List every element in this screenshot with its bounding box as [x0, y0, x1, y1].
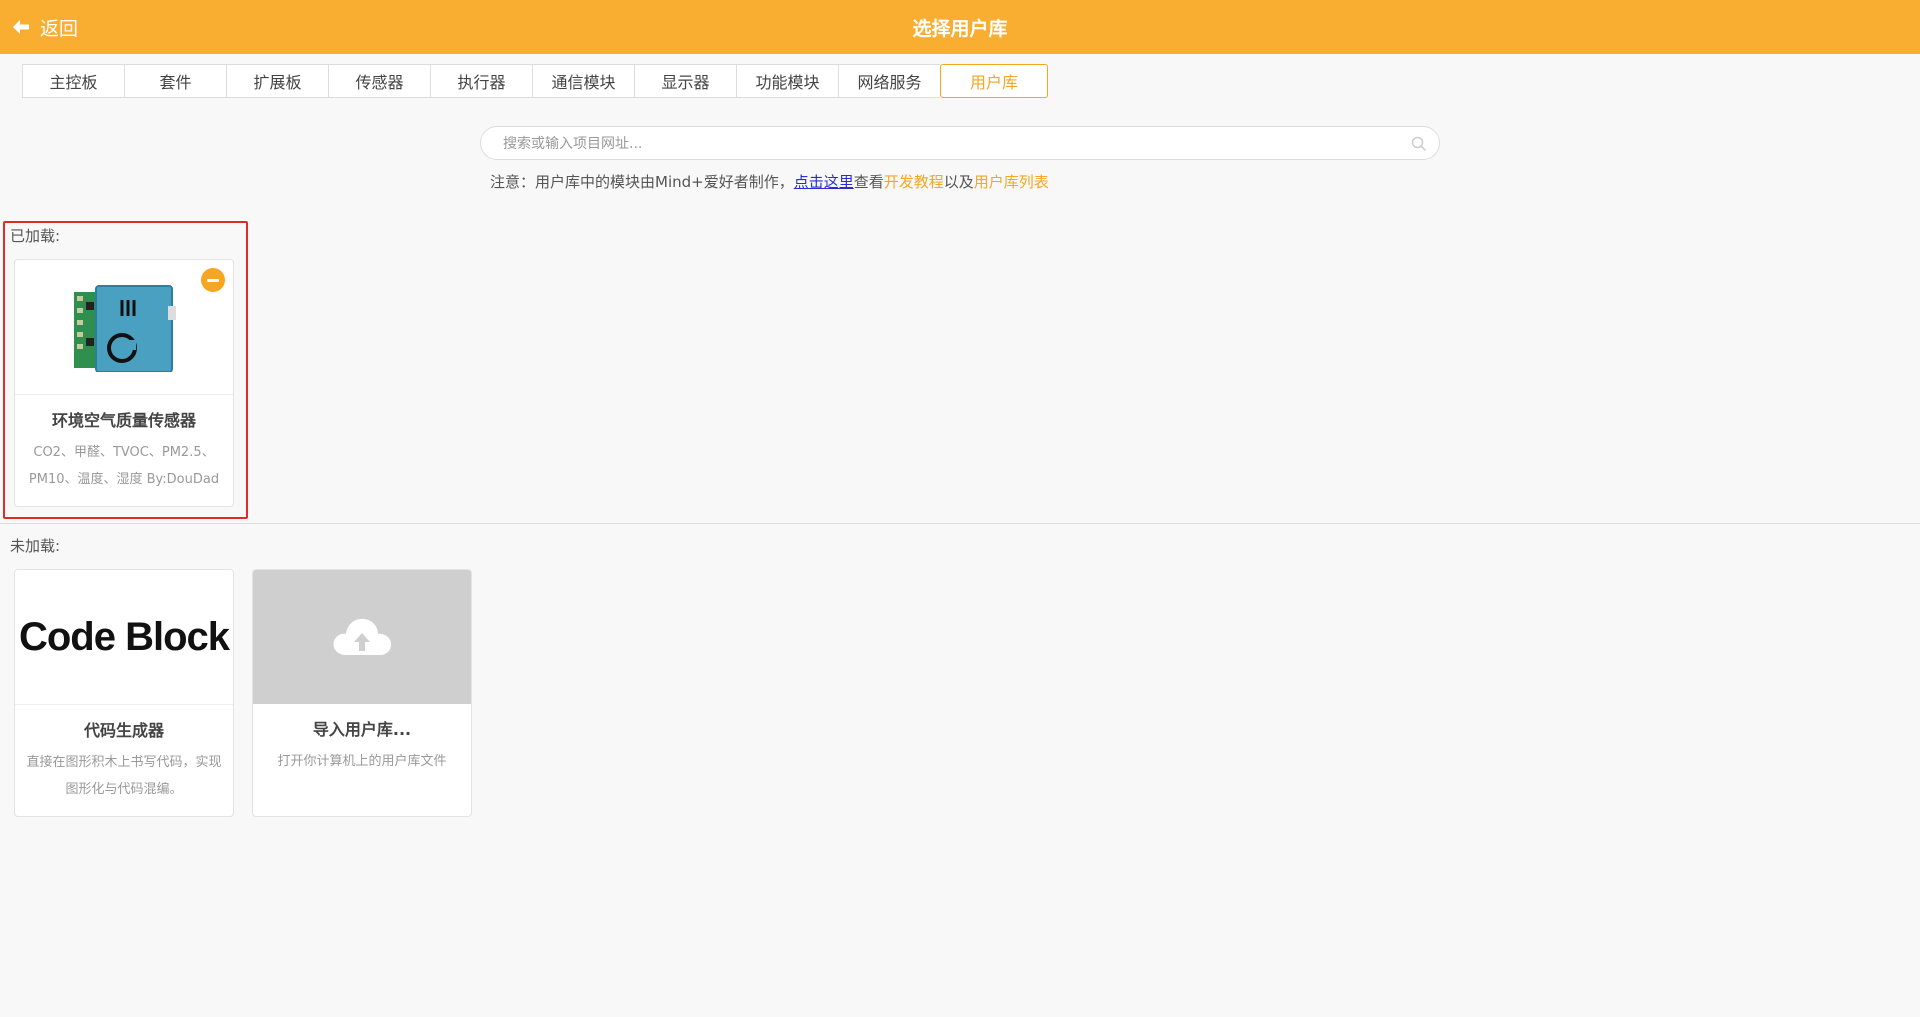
notice-view: 查看: [853, 173, 884, 191]
back-label: 返回: [40, 17, 79, 40]
section-divider: [0, 523, 1920, 524]
card-title: 环境空气质量传感器: [51, 411, 196, 430]
tab-kit[interactable]: 套件: [124, 64, 226, 98]
notice-prefix: 注意：用户库中的模块由Mind+爱好者制作，: [490, 173, 794, 191]
search-input[interactable]: [501, 127, 1385, 161]
remove-library-button[interactable]: [201, 268, 225, 292]
page-title: 选择用户库: [912, 17, 1008, 40]
back-button[interactable]: 返回: [12, 0, 78, 54]
notice-and: 以及: [943, 173, 974, 191]
click-here-link[interactable]: 点击这里: [794, 173, 854, 191]
library-card-air-quality-sensor[interactable]: 环境空气质量传感器 CO2、甲醛、TVOC、PM2.5、PM10、温度、湿度 B…: [14, 259, 234, 507]
cloud-upload-icon: [333, 618, 392, 655]
card-title: 代码生成器: [83, 721, 164, 740]
minus-icon: [207, 278, 219, 282]
tab-sensor[interactable]: 传感器: [328, 64, 430, 98]
code-block-logo: Code Block: [18, 614, 230, 659]
search-box: [480, 126, 1440, 161]
user-library-list-link[interactable]: 用户库列表: [974, 173, 1049, 191]
tab-function-module[interactable]: 功能模块: [736, 64, 838, 98]
tab-network-service[interactable]: 网络服务: [838, 64, 940, 98]
top-bar: 返回 选择用户库: [0, 0, 1920, 54]
card-thumbnail: [253, 570, 471, 704]
search-icon[interactable]: [1411, 136, 1427, 152]
card-description: 直接在图形积木上书写代码，实现图形化与代码混编。: [26, 755, 222, 797]
tab-display[interactable]: 显示器: [634, 64, 736, 98]
tab-user-library[interactable]: 用户库: [940, 64, 1048, 98]
category-tabs: 主控板 套件 扩展板 传感器 执行器 通信模块 显示器 功能模块 网络服务 用户…: [22, 64, 1048, 98]
dev-tutorial-link[interactable]: 开发教程: [884, 173, 944, 191]
unloaded-section-label: 未加载:: [10, 537, 61, 555]
card-description: CO2、甲醛、TVOC、PM2.5、PM10、温度、湿度 By:DouDad: [28, 445, 220, 487]
import-library-card[interactable]: 导入用户库... 打开你计算机上的用户库文件: [252, 569, 472, 817]
card-thumbnail: Code Block: [15, 570, 233, 705]
card-description: 打开你计算机上的用户库文件: [277, 754, 447, 769]
tab-main-board[interactable]: 主控板: [22, 64, 124, 98]
tab-actuator[interactable]: 执行器: [430, 64, 532, 98]
air-quality-sensor-board-icon: [74, 285, 176, 372]
tab-expansion-board[interactable]: 扩展板: [226, 64, 328, 98]
tab-communication[interactable]: 通信模块: [532, 64, 634, 98]
notice-text: 注意：用户库中的模块由Mind+爱好者制作，点击这里查看开发教程以及用户库列表: [490, 171, 1049, 192]
arrow-left-icon: [13, 20, 29, 34]
loaded-section-label: 已加载:: [10, 227, 61, 245]
card-title: 导入用户库...: [312, 720, 412, 739]
library-card-code-block[interactable]: Code Block 代码生成器 直接在图形积木上书写代码，实现图形化与代码混编…: [14, 569, 234, 817]
